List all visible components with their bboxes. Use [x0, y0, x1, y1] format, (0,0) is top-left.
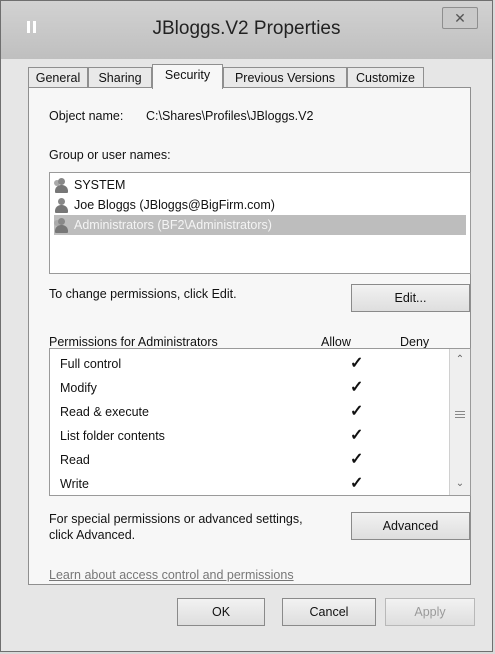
advanced-button[interactable]: Advanced: [351, 512, 470, 540]
special-permissions-text-line1: For special permissions or advanced sett…: [49, 512, 303, 526]
user-icon: [54, 197, 72, 214]
learn-access-control-link[interactable]: Learn about access control and permissio…: [49, 568, 294, 582]
permission-row: Modify ✓: [50, 376, 452, 400]
permission-label: Read: [60, 453, 90, 467]
permissions-scrollbar[interactable]: ⌃ ⌄: [449, 349, 470, 495]
group-user-names-label: Group or user names:: [49, 148, 171, 162]
properties-window: JBloggs.V2 Properties ✕ General Sharing …: [0, 0, 493, 652]
permissions-list[interactable]: Full control ✓ Modify ✓ Read & execute ✓…: [49, 348, 471, 496]
scroll-up-icon[interactable]: ⌃: [450, 351, 470, 369]
allow-check-icon: ✓: [350, 379, 364, 396]
user-item-label: Administrators (BF2\Administrators): [74, 218, 272, 232]
user-group-icon: [54, 177, 72, 194]
ok-button[interactable]: OK: [177, 598, 265, 626]
user-item-label: SYSTEM: [74, 178, 126, 192]
user-item-label: Joe Bloggs (JBloggs@BigFirm.com): [74, 198, 275, 212]
allow-check-icon: ✓: [350, 427, 364, 444]
permission-label: List folder contents: [60, 429, 165, 443]
permission-label: Modify: [60, 381, 97, 395]
close-button[interactable]: ✕: [442, 7, 478, 29]
allow-check-icon: ✓: [350, 355, 364, 372]
user-item-administrators[interactable]: Administrators (BF2\Administrators): [54, 215, 466, 235]
close-icon: ✕: [454, 10, 466, 26]
permission-row: List folder contents ✓: [50, 424, 452, 448]
change-permissions-text: To change permissions, click Edit.: [49, 287, 237, 301]
title-bar[interactable]: JBloggs.V2 Properties ✕: [1, 1, 492, 59]
scroll-thumb-grip-icon[interactable]: [455, 411, 465, 423]
permission-label: Read & execute: [60, 405, 149, 419]
deny-column-header: Deny: [400, 335, 430, 349]
special-permissions-text-line2: click Advanced.: [49, 528, 136, 542]
user-item-joe-bloggs[interactable]: Joe Bloggs (JBloggs@BigFirm.com): [54, 195, 466, 215]
allow-check-icon: ✓: [350, 403, 364, 420]
scroll-down-icon[interactable]: ⌄: [450, 475, 470, 493]
user-group-icon: [54, 217, 72, 234]
permission-row: Write ✓: [50, 472, 452, 495]
tab-customize[interactable]: Customize: [347, 67, 424, 87]
permission-label: Write: [60, 477, 89, 491]
user-list[interactable]: SYSTEM Joe Bloggs (JBloggs@BigFirm.com) …: [49, 172, 471, 274]
allow-check-icon: ✓: [350, 451, 364, 468]
object-name-label: Object name:: [49, 109, 124, 123]
tab-security[interactable]: Security: [152, 64, 223, 89]
allow-check-icon: ✓: [350, 475, 364, 492]
permission-row: Read & execute ✓: [50, 400, 452, 424]
user-item-system[interactable]: SYSTEM: [54, 175, 466, 195]
window-title: JBloggs.V2 Properties: [152, 18, 341, 39]
security-panel: Object name: C:\Shares\Profiles\JBloggs.…: [28, 87, 471, 585]
permission-row: Read ✓: [50, 448, 452, 472]
apply-button[interactable]: Apply: [385, 598, 475, 626]
tab-sharing[interactable]: Sharing: [88, 67, 152, 87]
permissions-heading: Permissions for Administrators: [49, 335, 218, 349]
object-name-value: C:\Shares\Profiles\JBloggs.V2: [146, 109, 314, 123]
cancel-button[interactable]: Cancel: [282, 598, 376, 626]
permission-row: Full control ✓: [50, 352, 452, 376]
tab-previous-versions[interactable]: Previous Versions: [223, 67, 347, 87]
permission-label: Full control: [60, 357, 122, 371]
allow-column-header: Allow: [321, 335, 351, 349]
edit-button[interactable]: Edit...: [351, 284, 470, 312]
tab-general[interactable]: General: [28, 67, 88, 87]
